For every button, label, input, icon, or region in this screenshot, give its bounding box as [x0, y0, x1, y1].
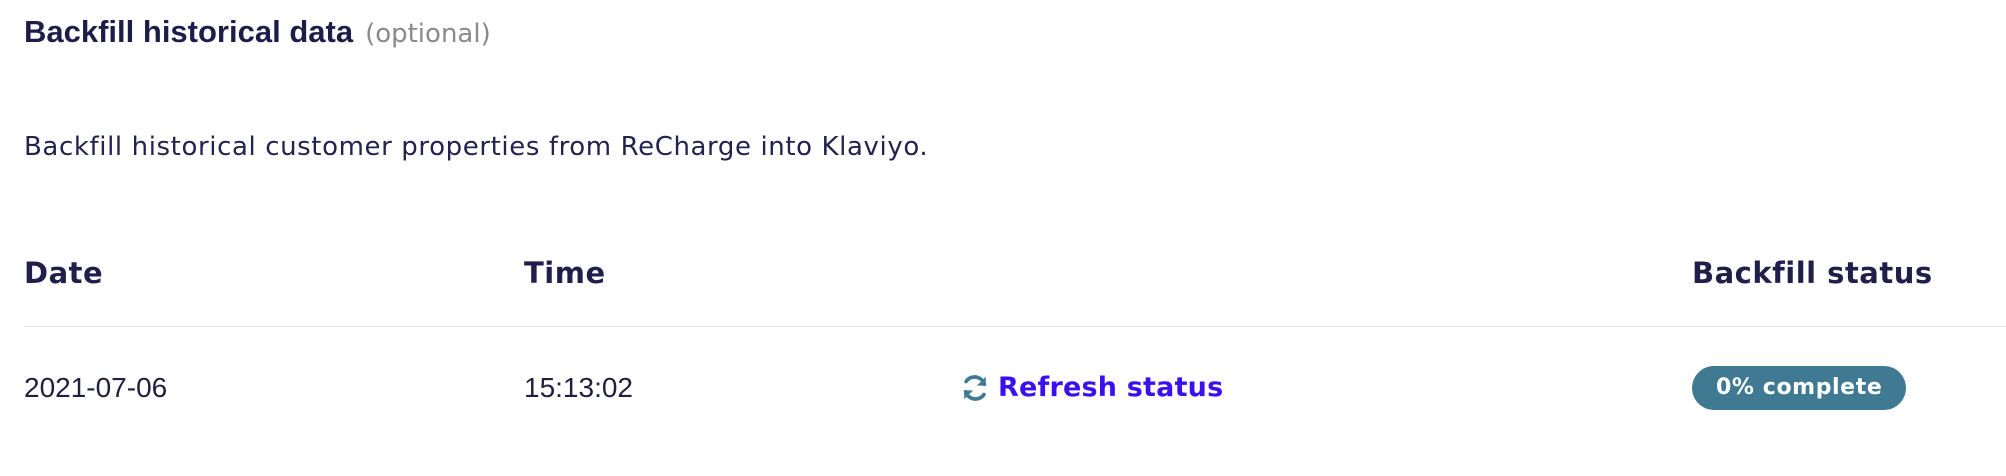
row-time: 15:13:02: [524, 372, 633, 403]
column-header-time: Time: [524, 256, 606, 290]
backfill-status-badge: 0% complete: [1692, 366, 1907, 410]
refresh-status-link[interactable]: Refresh status: [960, 372, 1223, 403]
section-description: Backfill historical customer properties …: [24, 132, 929, 162]
refresh-icon: [960, 373, 990, 403]
table-divider: [24, 326, 2006, 327]
section-title: Backfill historical data: [24, 14, 354, 49]
column-header-date: Date: [24, 256, 104, 290]
optional-label: (optional): [365, 19, 491, 49]
refresh-status-label: Refresh status: [998, 372, 1224, 403]
section-header: Backfill historical data (optional): [24, 14, 491, 50]
column-header-backfill-status: Backfill status: [1692, 256, 1933, 290]
row-date: 2021-07-06: [24, 372, 168, 403]
